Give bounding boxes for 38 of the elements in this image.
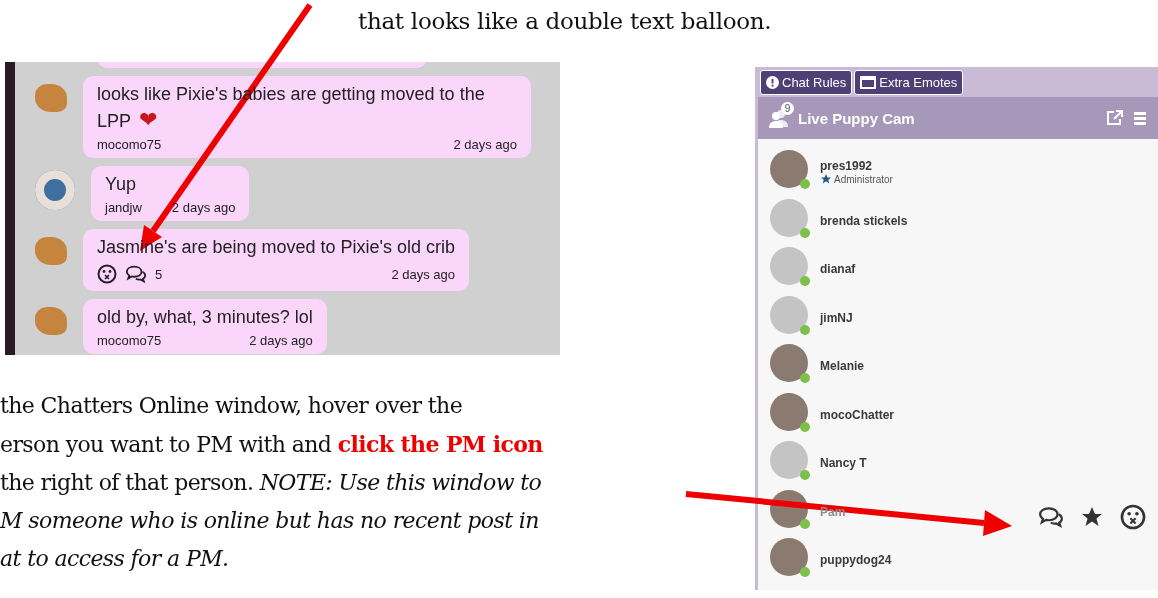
message-time: 2 days ago	[453, 137, 517, 152]
avatar-picture	[35, 307, 67, 335]
toolbar-button[interactable]: Extra Emotes	[854, 70, 964, 95]
user-name[interactable]: mocoChatter	[820, 407, 894, 422]
message-time: 2 days ago	[171, 200, 236, 215]
user-name[interactable]: pres1992	[820, 159, 873, 174]
panel-title: Live Puppy Cam	[798, 109, 916, 127]
user-name[interactable]: puppydog24	[820, 553, 892, 568]
window-icon	[860, 76, 877, 89]
user-name[interactable]: Nancy T	[820, 456, 867, 471]
reply-count: 5	[155, 266, 163, 282]
message-time: 2 days ago	[391, 266, 456, 282]
username: jandjw	[105, 200, 142, 215]
username: mocomo75	[97, 333, 162, 348]
caption-text: that looks like a double text balloon.	[358, 8, 772, 34]
user-name[interactable]: Melanie	[820, 359, 864, 374]
instruction-paragraph: the Chatters Online window, hover over the erson you want to PM with and click the PM icon the right of that person. NOTE: Use this window to M someone who is online but has no recent post in at to access for a PM.	[0, 392, 543, 573]
message-time: 2 days ago	[249, 333, 313, 348]
smiley-icon[interactable]	[1120, 503, 1146, 530]
message-text: Jasmine's are being moved to Pixie's old crib	[97, 236, 456, 259]
smiley-icon[interactable]	[97, 264, 117, 284]
chat-bubbles-icon[interactable]	[125, 263, 147, 285]
user-name[interactable]: jimNJ	[820, 310, 853, 325]
menu-icon[interactable]	[1134, 111, 1146, 125]
message-text: old by, what, 3 minutes? lol	[97, 306, 313, 329]
message-text: Yup	[105, 173, 138, 196]
avatar-picture	[35, 84, 67, 112]
username: mocomo75	[97, 137, 162, 152]
avatar-photo	[35, 170, 75, 210]
user-name[interactable]: brenda stickels	[820, 213, 908, 228]
toolbar-button[interactable]: Chat Rules	[760, 70, 853, 95]
info-icon	[766, 76, 779, 89]
star-icon	[820, 173, 832, 186]
user-count-badge: 9	[781, 102, 794, 115]
popout-icon[interactable]	[1106, 110, 1124, 126]
user-name[interactable]: dianaf	[820, 262, 856, 277]
avatar-picture	[35, 237, 67, 265]
user-role: Administrator	[834, 173, 893, 185]
